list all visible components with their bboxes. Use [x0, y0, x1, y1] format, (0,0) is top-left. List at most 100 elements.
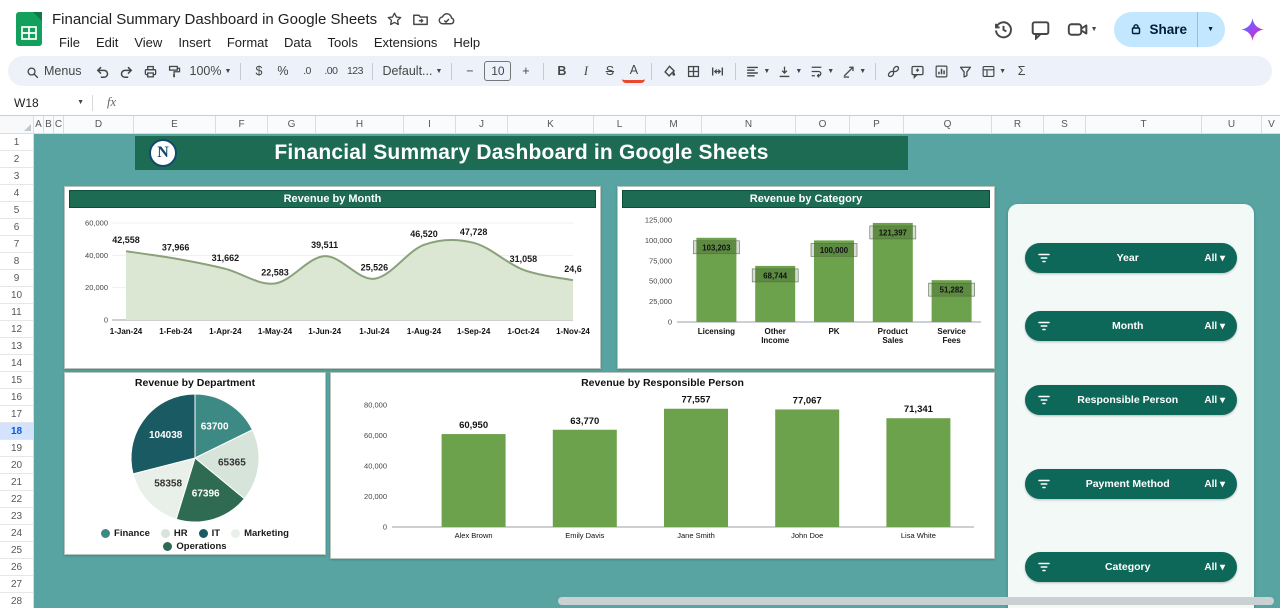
column-header-M[interactable]: M — [646, 116, 702, 134]
column-header-L[interactable]: L — [594, 116, 646, 134]
filter-value-dropdown[interactable]: All ▾ — [1204, 562, 1225, 573]
text-rotation-icon[interactable]: ▼ — [838, 59, 869, 83]
formula-input[interactable] — [130, 90, 1280, 115]
move-folder-icon[interactable] — [412, 11, 429, 28]
format-percent-button[interactable]: % — [271, 59, 294, 83]
horizontal-align-icon[interactable]: ▼ — [742, 59, 773, 83]
document-title[interactable]: Financial Summary Dashboard in Google Sh… — [52, 11, 377, 28]
row-header-14[interactable]: 14 — [0, 355, 34, 372]
increase-decimals-button[interactable]: .00 — [319, 59, 342, 83]
merge-cells-icon[interactable] — [706, 59, 729, 83]
menu-data[interactable]: Data — [277, 34, 318, 51]
borders-icon[interactable] — [682, 59, 705, 83]
horizontal-scrollbar[interactable] — [558, 597, 1274, 605]
row-header-26[interactable]: 26 — [0, 559, 34, 576]
column-header-F[interactable]: F — [216, 116, 268, 134]
row-header-10[interactable]: 10 — [0, 287, 34, 304]
name-box[interactable]: W18 ▼ — [0, 90, 92, 115]
decrease-font-size-button[interactable]: − — [458, 59, 481, 83]
row-header-1[interactable]: 1 — [0, 134, 34, 151]
menu-format[interactable]: Format — [220, 34, 275, 51]
filter-month[interactable]: MonthAll ▾ — [1025, 311, 1237, 341]
row-header-16[interactable]: 16 — [0, 389, 34, 406]
row-header-7[interactable]: 7 — [0, 236, 34, 253]
text-wrap-icon[interactable]: ▼ — [806, 59, 837, 83]
version-history-icon[interactable] — [993, 19, 1014, 40]
filter-category[interactable]: CategoryAll ▾ — [1025, 552, 1237, 582]
menus-search-button[interactable]: Menus — [18, 59, 90, 83]
paint-format-icon[interactable] — [163, 59, 186, 83]
row-header-2[interactable]: 2 — [0, 151, 34, 168]
column-header-V[interactable]: V — [1262, 116, 1280, 134]
cloud-saved-icon[interactable] — [438, 11, 455, 28]
column-header-S[interactable]: S — [1044, 116, 1086, 134]
column-header-Q[interactable]: Q — [904, 116, 992, 134]
star-icon[interactable] — [386, 11, 403, 28]
column-header-H[interactable]: H — [316, 116, 404, 134]
chart-revenue-by-month[interactable]: Revenue by Month 60,00040,00020,000042,5… — [64, 186, 601, 369]
format-currency-button[interactable]: $ — [247, 59, 270, 83]
select-all-corner[interactable] — [0, 116, 34, 134]
row-header-21[interactable]: 21 — [0, 474, 34, 491]
decrease-decimals-button[interactable]: .0 — [295, 59, 318, 83]
text-color-button[interactable]: A — [622, 59, 645, 83]
strikethrough-button[interactable]: S — [598, 59, 621, 83]
filter-value-dropdown[interactable]: All ▾ — [1204, 321, 1225, 332]
insert-chart-icon[interactable] — [930, 59, 953, 83]
row-header-15[interactable]: 15 — [0, 372, 34, 389]
insert-comment-icon[interactable] — [906, 59, 929, 83]
row-header-18[interactable]: 18 — [0, 423, 34, 440]
gemini-icon[interactable] — [1241, 18, 1264, 41]
column-header-J[interactable]: J — [456, 116, 508, 134]
redo-icon[interactable] — [115, 59, 138, 83]
vertical-align-icon[interactable]: ▼ — [774, 59, 805, 83]
bold-button[interactable]: B — [550, 59, 573, 83]
column-header-E[interactable]: E — [134, 116, 216, 134]
meet-video-button[interactable]: ▼ — [1067, 19, 1098, 40]
row-header-5[interactable]: 5 — [0, 202, 34, 219]
font-selector[interactable]: Default...▼ — [379, 59, 445, 83]
row-header-6[interactable]: 6 — [0, 219, 34, 236]
menu-insert[interactable]: Insert — [171, 34, 218, 51]
print-icon[interactable] — [139, 59, 162, 83]
row-header-28[interactable]: 28 — [0, 593, 34, 608]
column-header-D[interactable]: D — [64, 116, 134, 134]
filter-value-dropdown[interactable]: All ▾ — [1204, 395, 1225, 406]
column-header-N[interactable]: N — [702, 116, 796, 134]
number-format-button[interactable]: 123 — [343, 59, 366, 83]
undo-icon[interactable] — [91, 59, 114, 83]
column-header-A[interactable]: A — [34, 116, 44, 134]
column-header-R[interactable]: R — [992, 116, 1044, 134]
row-header-3[interactable]: 3 — [0, 168, 34, 185]
column-header-B[interactable]: B — [44, 116, 54, 134]
functions-button[interactable]: Σ — [1010, 59, 1033, 83]
column-header-K[interactable]: K — [508, 116, 594, 134]
row-header-9[interactable]: 9 — [0, 270, 34, 287]
row-header-25[interactable]: 25 — [0, 542, 34, 559]
increase-font-size-button[interactable]: + — [514, 59, 537, 83]
row-header-11[interactable]: 11 — [0, 304, 34, 321]
column-header-T[interactable]: T — [1086, 116, 1202, 134]
sheets-logo-icon[interactable] — [16, 12, 42, 46]
column-header-O[interactable]: O — [796, 116, 850, 134]
row-header-27[interactable]: 27 — [0, 576, 34, 593]
zoom-selector[interactable]: 100%▼ — [187, 59, 235, 83]
column-header-U[interactable]: U — [1202, 116, 1262, 134]
filter-year[interactable]: YearAll ▾ — [1025, 243, 1237, 273]
menu-tools[interactable]: Tools — [320, 34, 364, 51]
filter-payment-method[interactable]: Payment MethodAll ▾ — [1025, 469, 1237, 499]
share-button[interactable]: Share ▼ — [1114, 12, 1225, 47]
italic-button[interactable]: I — [574, 59, 597, 83]
insert-link-icon[interactable] — [882, 59, 905, 83]
row-header-23[interactable]: 23 — [0, 508, 34, 525]
column-header-G[interactable]: G — [268, 116, 316, 134]
row-header-17[interactable]: 17 — [0, 406, 34, 423]
font-size-input[interactable]: 10 — [484, 61, 511, 81]
row-header-20[interactable]: 20 — [0, 457, 34, 474]
filter-value-dropdown[interactable]: All ▾ — [1204, 253, 1225, 264]
menu-file[interactable]: File — [52, 34, 87, 51]
sheet-canvas[interactable]: N Financial Summary Dashboard in Google … — [34, 134, 1280, 608]
row-header-4[interactable]: 4 — [0, 185, 34, 202]
filter-responsible-person[interactable]: Responsible PersonAll ▾ — [1025, 385, 1237, 415]
row-header-13[interactable]: 13 — [0, 338, 34, 355]
